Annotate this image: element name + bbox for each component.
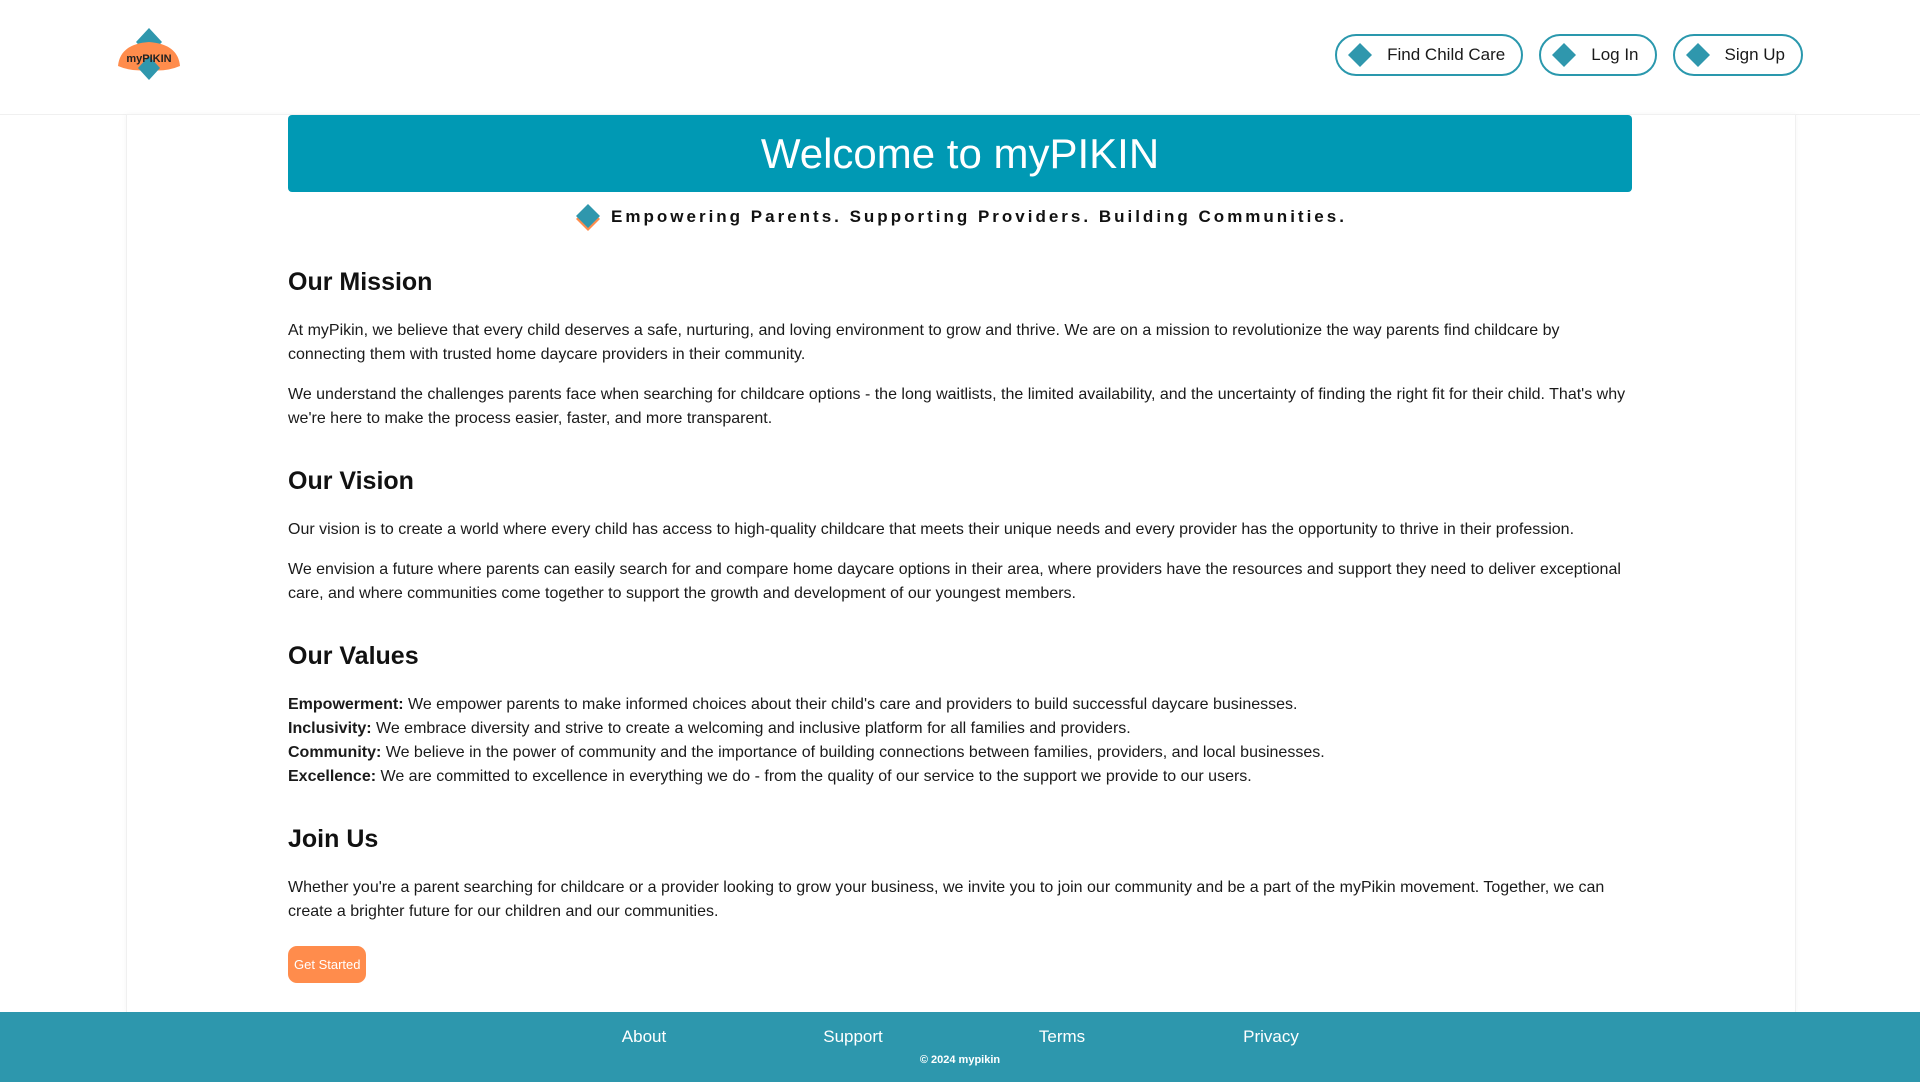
log-in-button[interactable]: Log In	[1539, 34, 1657, 76]
mypikin-logo[interactable]: myPIKIN	[114, 26, 184, 84]
value-term: Inclusivity:	[288, 720, 372, 737]
vision-paragraph-2: We envision a future where parents can e…	[288, 561, 1621, 602]
footer-link-about[interactable]: About	[622, 1027, 666, 1047]
tagline-text: Empowering Parents. Supporting Providers…	[611, 207, 1347, 226]
vision-heading: Our Vision	[288, 467, 414, 495]
values-list: Empowerment: We empower parents to make …	[288, 693, 1632, 789]
mission-heading: Our Mission	[288, 268, 433, 296]
site-footer: About Support Terms Privacy © 2024 mypik…	[0, 1012, 1920, 1082]
find-child-care-label: Find Child Care	[1387, 45, 1506, 64]
value-item: Community: We believe in the power of co…	[288, 741, 1632, 765]
sign-up-button[interactable]: Sign Up	[1672, 34, 1803, 76]
diamond-icon	[1685, 43, 1710, 67]
log-in-label: Log In	[1591, 45, 1639, 64]
header-nav: Find Child Care Log In Sign Up	[1335, 34, 1803, 76]
copyright-text: © 2024 mypikin	[919, 1054, 1001, 1066]
footer-link-privacy[interactable]: Privacy	[1243, 1027, 1299, 1047]
join-paragraph: Whether you're a parent searching for ch…	[288, 879, 1605, 920]
value-term: Empowerment:	[288, 696, 404, 713]
value-text: We embrace diversity and strive to creat…	[371, 720, 1131, 737]
page-title: Welcome to myPIKIN	[760, 129, 1160, 177]
value-text: We are committed to excellence in everyt…	[376, 768, 1252, 785]
values-heading: Our Values	[288, 642, 419, 670]
get-started-button[interactable]: Get Started	[288, 946, 367, 983]
value-item: Inclusivity: We embrace diversity and st…	[288, 717, 1632, 741]
value-term: Excellence:	[288, 768, 377, 785]
diamond-icon	[1348, 43, 1373, 67]
diamond-icon	[1552, 43, 1577, 67]
mission-paragraph-1: At myPikin, we believe that every child …	[288, 322, 1560, 363]
value-text: We believe in the power of community and…	[381, 744, 1325, 761]
mission-paragraph-2: We understand the challenges parents fac…	[288, 386, 1626, 427]
svg-text:myPIKIN: myPIKIN	[126, 53, 171, 65]
sign-up-label: Sign Up	[1724, 45, 1785, 64]
value-term: Community:	[288, 744, 382, 761]
footer-link-support[interactable]: Support	[823, 1027, 883, 1047]
vision-paragraph-1: Our vision is to create a world where ev…	[288, 521, 1575, 538]
main-content: Welcome to myPIKIN Empowering Parents. S…	[288, 115, 1632, 983]
footer-link-terms[interactable]: Terms	[1039, 1027, 1085, 1047]
value-text: We empower parents to make informed choi…	[403, 696, 1298, 713]
tagline: Empowering Parents. Supporting Providers…	[288, 202, 1632, 232]
join-heading: Join Us	[288, 825, 379, 853]
diamond-icon	[576, 204, 601, 231]
welcome-banner: Welcome to myPIKIN	[288, 115, 1632, 192]
value-item: Empowerment: We empower parents to make …	[288, 693, 1632, 717]
site-header: myPIKIN Find Child Care Log In Sign Up	[0, 0, 1920, 115]
value-item: Excellence: We are committed to excellen…	[288, 765, 1632, 789]
find-child-care-button[interactable]: Find Child Care	[1335, 34, 1524, 76]
